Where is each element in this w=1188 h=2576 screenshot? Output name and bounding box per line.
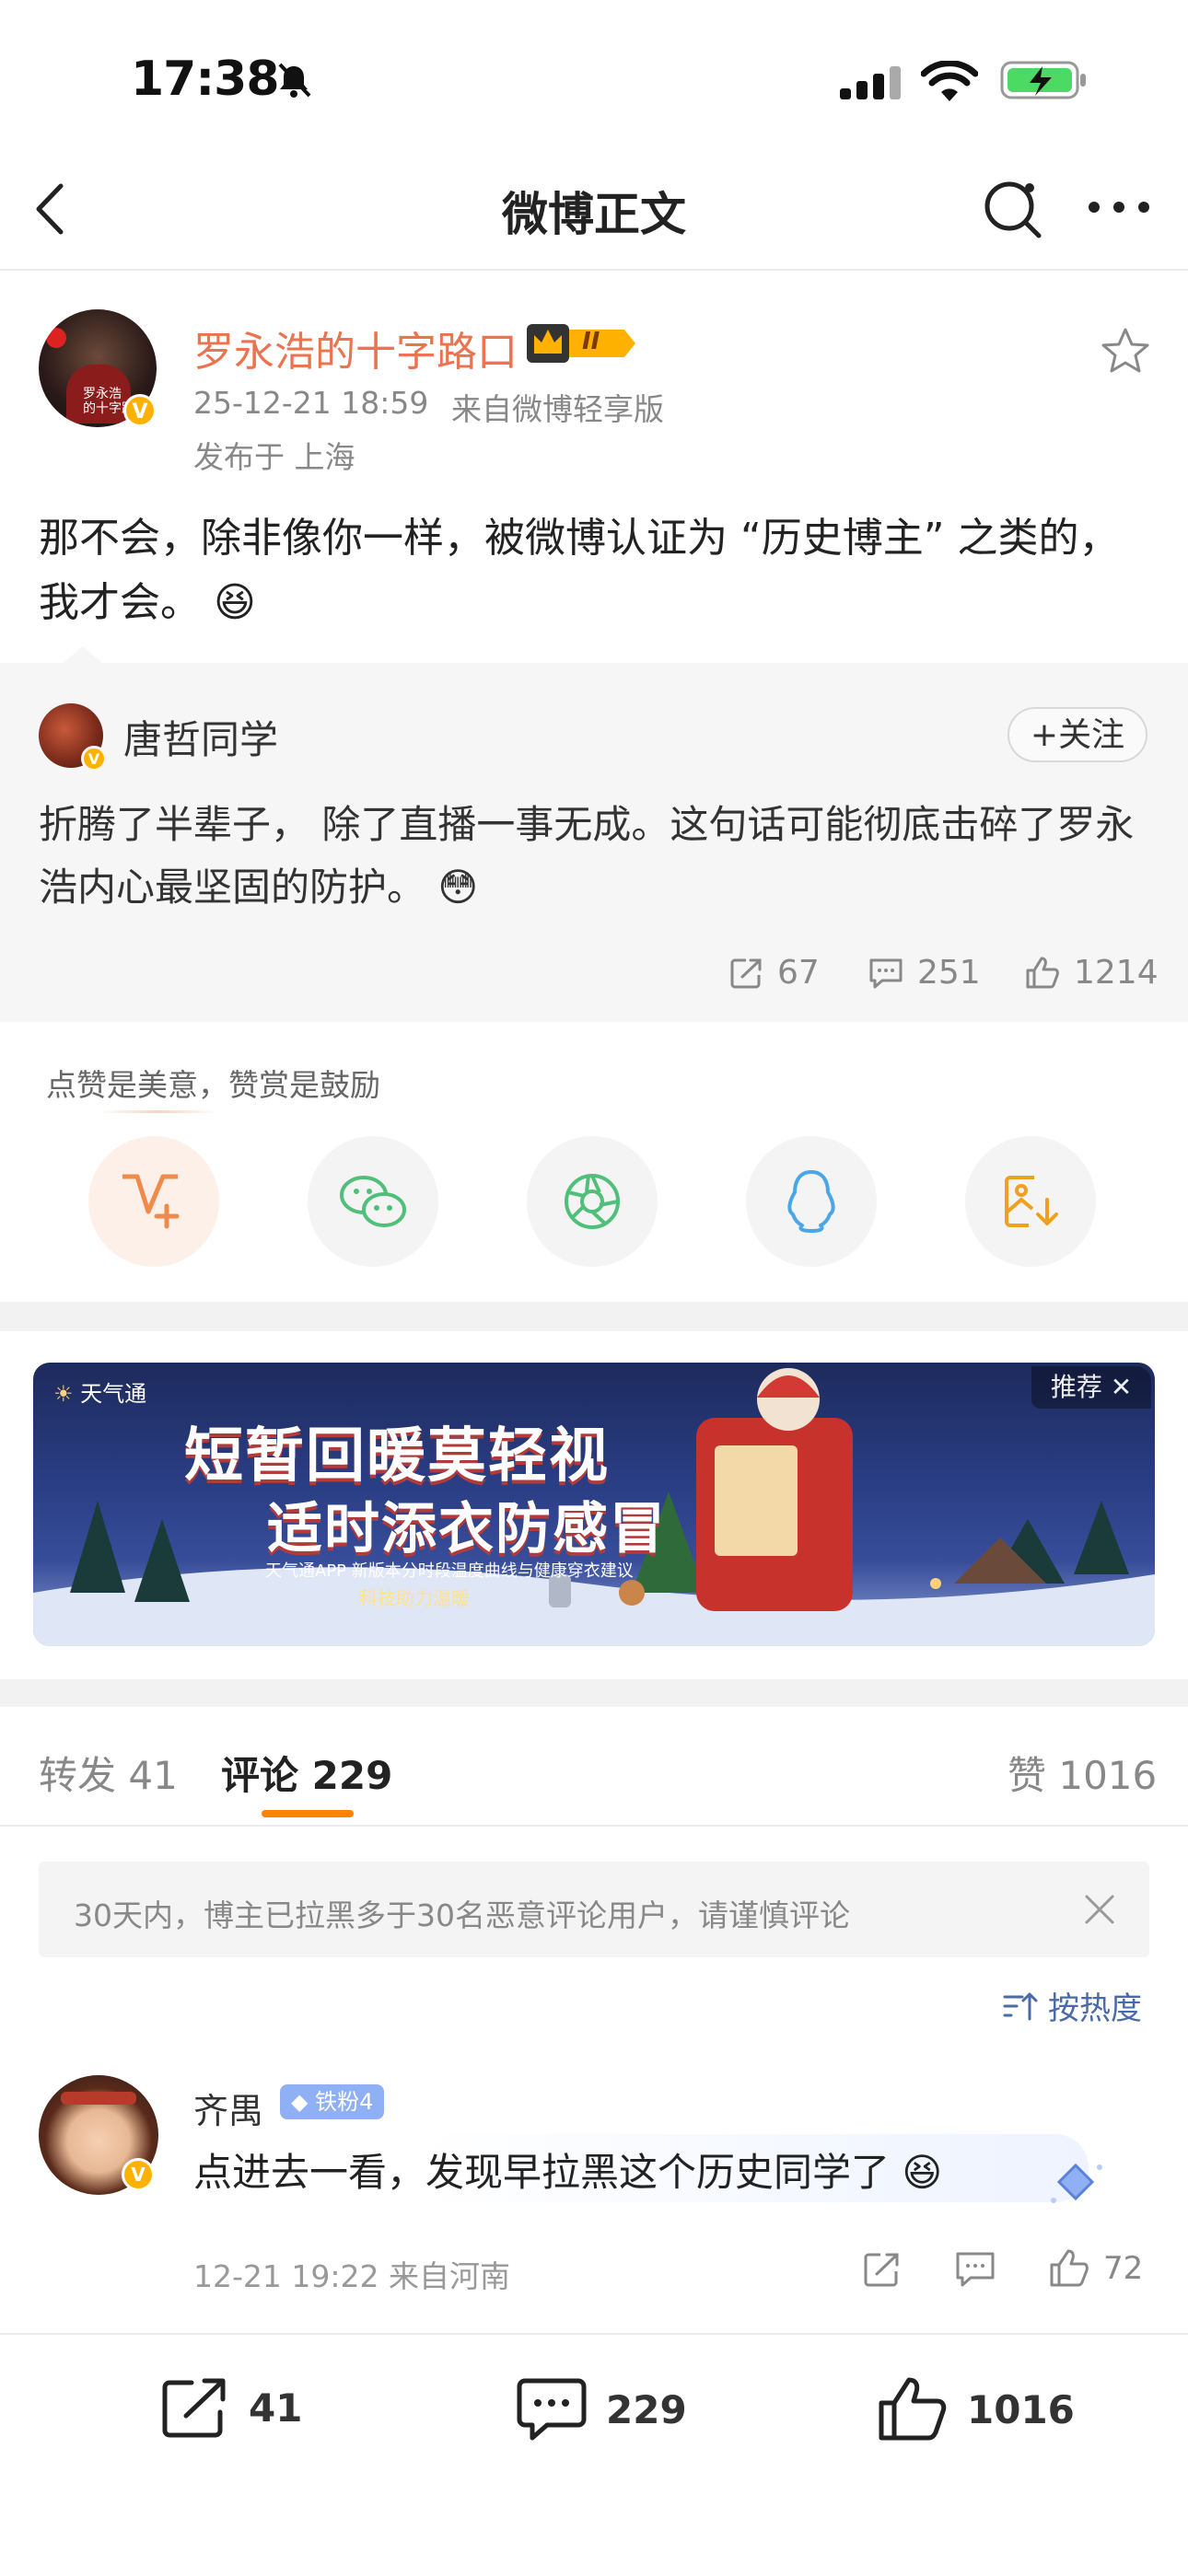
quoted-like-count[interactable]: 1214	[1024, 954, 1159, 992]
vip-crown-badge: II	[525, 320, 639, 366]
bottom-repost-count: 41	[249, 2385, 303, 2431]
wifi-icon	[921, 61, 978, 101]
thumbs-up-icon	[879, 2377, 947, 2441]
comment-like-icon	[1050, 2249, 1089, 2287]
quote-pointer	[59, 646, 107, 667]
cellular-signal-icon	[840, 66, 901, 99]
reward-v-icon	[122, 1174, 180, 1229]
author-name[interactable]: 罗永浩的十字路口	[193, 319, 518, 377]
ad-brand-label: 天气通	[80, 1381, 147, 1407]
reward-hint: 点赞是美意，赞赏是鼓励	[46, 1067, 380, 1103]
verified-badge-icon: V	[123, 394, 157, 427]
bottom-like-count: 1016	[967, 2386, 1075, 2432]
fan-badge: ◆ 铁粉4	[280, 2084, 385, 2119]
hint-underline	[99, 1110, 217, 1113]
save-image-button[interactable]	[965, 1136, 1096, 1267]
ad-subtitle: 天气通APP 新版本分时段温度曲线与健康穿衣建议	[265, 1561, 634, 1581]
ad-headline-2: 适时添衣防感冒	[267, 1497, 667, 1561]
comment-like-button[interactable]: 72	[1048, 2248, 1143, 2289]
comment-bubble-icon	[517, 2378, 587, 2441]
vip-level: II	[582, 328, 600, 355]
comment-meta: 12-21 19:22 来自河南	[193, 2258, 510, 2294]
tab-likes[interactable]: 赞 1016	[1007, 1745, 1157, 1801]
battery-charging-icon	[1000, 61, 1086, 99]
section-gap	[0, 1302, 1188, 1331]
bottom-comment-button[interactable]: 229	[516, 2375, 687, 2443]
comment-text-content: 点进去一看，发现早拉黑这个历史同学了	[193, 2150, 891, 2195]
quoted-author-name[interactable]: 唐哲同学	[123, 709, 278, 765]
comment-icon	[869, 958, 903, 988]
bottom-like-button[interactable]: 1016	[877, 2375, 1075, 2443]
sort-by-hot-button[interactable]: 按热度	[1002, 1983, 1142, 2028]
quoted-text: 折腾了半辈子， 除了直播一事无成。这句话可能彻底击碎了罗永浩内心最坚固的防护。 …	[39, 794, 1153, 919]
section-gap-2	[0, 1679, 1188, 1707]
post-source[interactable]: 来自微博轻享版	[451, 385, 664, 429]
favorite-star-icon[interactable]	[1100, 326, 1151, 376]
sort-label: 按热度	[1048, 1990, 1142, 2027]
post-location: 发布于 上海	[193, 439, 355, 475]
comment-repost-icon[interactable]	[862, 2250, 903, 2289]
ad-subtitle-2: 科技助力温暖	[359, 1587, 470, 1609]
diamond-icon: ◆	[291, 2089, 309, 2115]
share-wechat-button[interactable]	[308, 1136, 438, 1267]
avatar-logo-mark	[46, 328, 66, 348]
tabs-divider	[0, 1825, 1188, 1827]
quoted-text-content: 折腾了半辈子， 除了直播一事无成。这句话可能彻底击碎了罗永浩内心最坚固的防护。	[39, 802, 1135, 910]
mute-bell-icon	[278, 63, 311, 98]
commenter-verified-badge-icon: V	[122, 2158, 155, 2191]
laugh-emoji-icon-2: 😆	[902, 2150, 943, 2195]
save-image-icon	[1005, 1176, 1058, 1227]
ad-brand: ☀ 天气通	[53, 1375, 146, 1408]
tab-comments[interactable]: 评论 229	[221, 1745, 392, 1801]
wechat-icon	[340, 1176, 406, 1227]
avatar-headband	[61, 2092, 136, 2105]
quoted-repost-count[interactable]: 67	[729, 954, 820, 992]
laugh-emoji-icon: 😆	[214, 579, 256, 626]
share-moments-button[interactable]	[527, 1136, 658, 1267]
close-icon[interactable]	[1083, 1893, 1116, 1926]
nav-divider	[0, 269, 1188, 271]
bottom-comment-count: 229	[606, 2386, 687, 2432]
tab-reposts[interactable]: 转发 41	[39, 1745, 178, 1801]
bottom-repost-button[interactable]: 41	[160, 2375, 302, 2440]
like-thumb-icon	[1026, 957, 1059, 988]
repost-icon	[730, 958, 762, 988]
more-options-icon[interactable]	[1087, 197, 1151, 217]
quoted-like-value: 1214	[1074, 954, 1159, 992]
quoted-comment-count[interactable]: 251	[868, 954, 981, 992]
post-timestamp: 25-12-21 18:59	[193, 385, 429, 421]
diamond-sparkle-icon	[1051, 2163, 1102, 2203]
commenter-name[interactable]: 齐禺	[193, 2083, 263, 2133]
shocked-emoji-icon: 😳	[437, 864, 479, 910]
active-tab-indicator	[262, 1810, 354, 1817]
comment-text: 点进去一看，发现早拉黑这个历史同学了 😆	[193, 2141, 942, 2198]
ad-close-tag[interactable]: 推荐 ✕	[1031, 1366, 1151, 1409]
weather-sun-icon: ☀	[53, 1381, 74, 1407]
quoted-repost-value: 67	[777, 954, 820, 992]
moments-aperture-icon	[565, 1174, 620, 1229]
share-qq-button[interactable]	[746, 1136, 877, 1267]
reward-button[interactable]	[88, 1136, 219, 1267]
sort-icon	[1003, 1992, 1038, 2020]
fan-badge-label: 铁粉4	[315, 2089, 374, 2115]
notice-text: 30天内，博主已拉黑多于30名恶意评论用户，请谨慎评论	[74, 1897, 850, 1933]
ad-headline-1: 短暂回暖莫轻视	[184, 1422, 610, 1491]
search-icon[interactable]	[980, 177, 1044, 241]
comment-like-value: 72	[1103, 2250, 1144, 2287]
comment-reply-icon[interactable]	[954, 2250, 996, 2289]
post-text: 那不会，除非像你一样，被微博认证为 “历史博主” 之类的，我才会。 😆	[39, 506, 1153, 635]
repost-arrow-icon	[162, 2378, 226, 2438]
quoted-verified-badge-icon: V	[81, 746, 107, 772]
qq-penguin-icon	[787, 1170, 835, 1233]
bottom-action-bar	[0, 2333, 1188, 2576]
status-time: 17:38	[131, 52, 280, 107]
follow-button[interactable]: +关注	[1007, 707, 1147, 762]
quoted-comment-value: 251	[917, 954, 981, 992]
post-text-content: 那不会，除非像你一样，被微博认证为 “历史博主” 之类的，我才会。	[39, 515, 1120, 626]
